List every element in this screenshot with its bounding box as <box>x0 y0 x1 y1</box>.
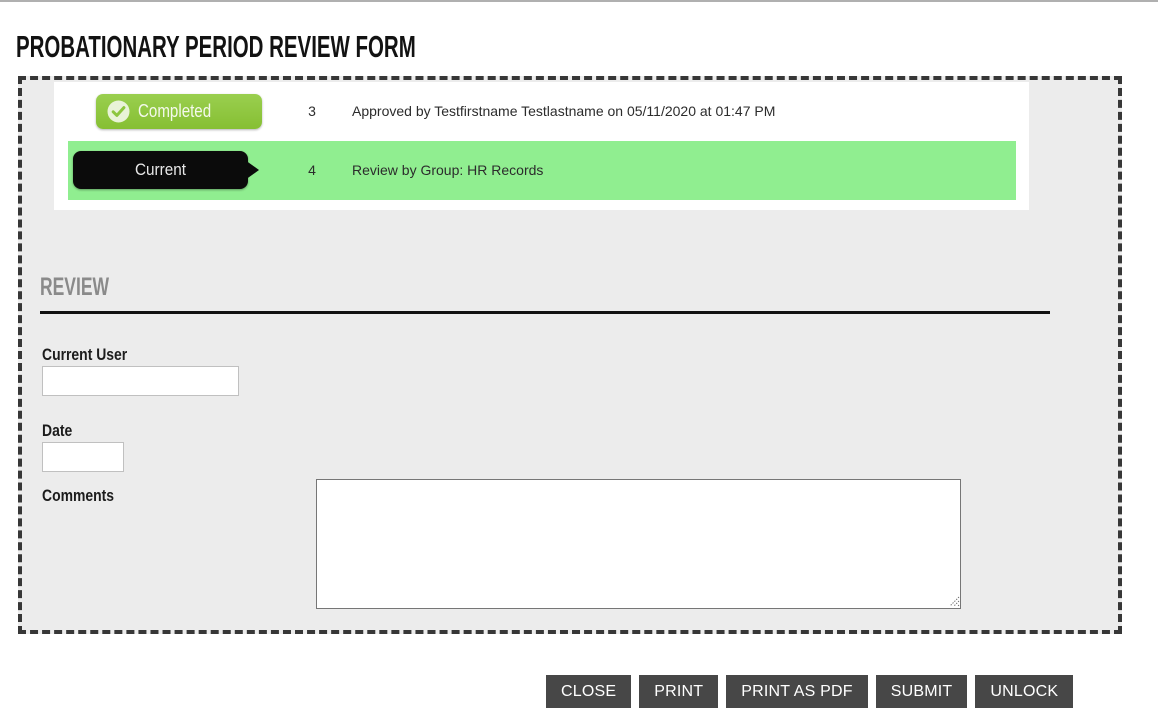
current-user-label: Current User <box>42 345 128 364</box>
status-row-completed: Completed 3 Approved by Testfirstname Te… <box>54 82 1029 141</box>
workflow-status-panel: Completed 3 Approved by Testfirstname Te… <box>54 82 1029 210</box>
probationary-period-review-form-page: PROBATIONARY PERIOD REVIEW FORM Complete… <box>0 0 1158 712</box>
status-order-number: 3 <box>308 103 316 119</box>
date-input[interactable] <box>42 442 124 472</box>
status-row-current: Current 4 Review by Group: HR Records <box>68 141 1016 200</box>
status-description: Review by Group: HR Records <box>352 162 544 178</box>
print-as-pdf-button[interactable]: PRINT AS PDF <box>726 675 868 708</box>
status-badge-completed: Completed <box>96 94 262 129</box>
status-description: Approved by Testfirstname Testlastname o… <box>352 103 776 119</box>
review-section-header: REVIEW <box>40 272 1050 314</box>
status-badge-label: Current <box>134 160 187 179</box>
check-circle-icon <box>107 100 130 123</box>
current-user-input[interactable] <box>42 366 239 396</box>
section-title: REVIEW <box>40 273 110 301</box>
status-badge-current-body: Current <box>73 151 248 189</box>
arrow-right-icon <box>245 160 259 180</box>
status-badge-current: Current <box>73 151 263 189</box>
top-divider <box>0 0 1158 2</box>
page-title: PROBATIONARY PERIOD REVIEW FORM <box>16 29 416 64</box>
comments-label: Comments <box>42 486 115 505</box>
date-label: Date <box>42 421 73 440</box>
submit-button[interactable]: SUBMIT <box>875 675 968 708</box>
form-container: Completed 3 Approved by Testfirstname Te… <box>18 76 1122 634</box>
comments-textarea[interactable] <box>316 479 961 609</box>
section-divider <box>40 311 1050 314</box>
status-badge-label: Completed <box>138 101 212 121</box>
close-button[interactable]: CLOSE <box>546 675 632 708</box>
unlock-button[interactable]: UNLOCK <box>975 675 1074 708</box>
action-button-bar: CLOSE PRINT PRINT AS PDF SUBMIT UNLOCK <box>546 675 1074 708</box>
print-button[interactable]: PRINT <box>639 675 719 708</box>
status-order-number: 4 <box>308 162 316 178</box>
